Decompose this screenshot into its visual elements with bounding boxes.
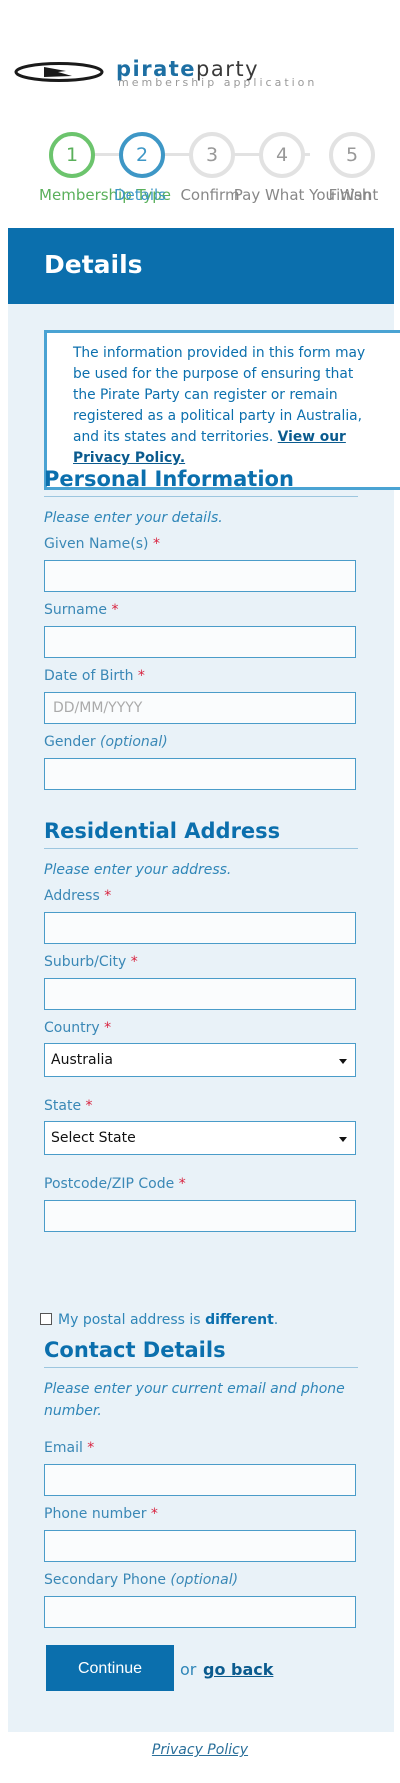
surname-label: Surname *	[44, 602, 118, 618]
pirate-party-sail-icon	[14, 62, 104, 82]
required-mark: *	[104, 1020, 112, 1036]
go-back-link[interactable]: go back	[203, 1660, 273, 1679]
dob-label: Date of Birth *	[44, 668, 145, 684]
residential-address-subtitle: Please enter your address.	[44, 862, 232, 878]
postal-different-text: different	[205, 1312, 274, 1328]
address-label-text: Address	[44, 888, 100, 904]
details-form-card: Details The information provided in this…	[8, 228, 400, 1732]
step-5-circle: 5	[329, 132, 375, 178]
country-select-value: Australia	[51, 1052, 113, 1068]
email-input[interactable]	[44, 1464, 356, 1496]
step-5-label: Finish	[328, 186, 372, 204]
email-label: Email *	[44, 1440, 94, 1456]
logo-tagline: membership application	[118, 76, 318, 89]
step-progress: 1 2 3 4 5 Membership Type Details Confir…	[0, 132, 400, 204]
secondary-phone-label: Secondary Phone (optional)	[44, 1572, 238, 1588]
dob-input[interactable]: DD/MM/YYYY	[44, 692, 356, 724]
required-mark: *	[104, 888, 112, 904]
step-2-number: 2	[135, 144, 149, 166]
required-mark: *	[137, 668, 145, 684]
chevron-down-icon	[339, 1059, 347, 1064]
step-3-number: 3	[205, 144, 219, 166]
phone-label-text: Phone number	[44, 1506, 147, 1522]
dob-label-text: Date of Birth	[44, 668, 134, 684]
gender-label-text: Gender	[44, 734, 96, 750]
chevron-down-icon	[339, 1137, 347, 1142]
suburb-input[interactable]	[44, 978, 356, 1010]
country-select[interactable]: Australia	[44, 1043, 356, 1077]
step-4-circle: 4	[259, 132, 305, 178]
given-name-input[interactable]	[44, 560, 356, 592]
pirate-party-logo: pirateparty membership application	[14, 58, 394, 89]
phone-label: Phone number *	[44, 1506, 158, 1522]
state-label: State *	[44, 1098, 93, 1114]
state-label-text: State	[44, 1098, 82, 1114]
contact-details-heading: Contact Details	[44, 1338, 358, 1368]
residential-address-heading: Residential Address	[44, 819, 358, 849]
required-mark: *	[130, 954, 138, 970]
country-label: Country *	[44, 1020, 111, 1036]
postal-text: My postal address is	[58, 1312, 206, 1328]
privacy-notice: The information provided in this form ma…	[44, 330, 400, 490]
address-input[interactable]	[44, 912, 356, 944]
personal-info-subtitle: Please enter your details.	[44, 510, 223, 526]
step-4-number: 4	[275, 144, 289, 166]
required-mark: *	[87, 1440, 95, 1456]
gender-input[interactable]	[44, 758, 356, 790]
postal-address-checkbox[interactable]	[40, 1313, 52, 1325]
step-2-circle: 2	[119, 132, 165, 178]
card-header: Details	[8, 228, 394, 304]
footer-privacy-policy-link[interactable]: Privacy Policy	[0, 1742, 400, 1758]
given-name-label: Given Name(s) *	[44, 536, 160, 552]
personal-info-heading: Personal Information	[44, 467, 358, 497]
suburb-label-text: Suburb/City	[44, 954, 127, 970]
step-1-circle: 1	[49, 132, 95, 178]
phone-input[interactable]	[44, 1530, 356, 1562]
step-2-label: Details	[113, 186, 167, 204]
step-5-number: 5	[345, 144, 359, 166]
continue-button[interactable]: Continue	[46, 1645, 174, 1691]
secondary-phone-input[interactable]	[44, 1596, 356, 1628]
required-mark: *	[85, 1098, 93, 1114]
step-3-label: Confirm	[180, 186, 240, 204]
gender-label: Gender (optional)	[44, 734, 168, 750]
postcode-label-text: Postcode/ZIP Code	[44, 1176, 175, 1192]
required-mark: *	[111, 602, 119, 618]
postal-end-text: .	[273, 1312, 279, 1328]
country-label-text: Country	[44, 1020, 100, 1036]
suburb-label: Suburb/City *	[44, 954, 138, 970]
postcode-label: Postcode/ZIP Code *	[44, 1176, 186, 1192]
privacy-notice-text: The information provided in this form ma…	[73, 343, 377, 469]
postal-address-different-row[interactable]: My postal address is different.	[40, 1312, 278, 1328]
required-mark: *	[150, 1506, 158, 1522]
or-text: or	[180, 1660, 197, 1679]
dob-placeholder: DD/MM/YYYY	[53, 700, 143, 716]
page-title: Details	[44, 250, 143, 279]
contact-details-subtitle: Please enter your current email and phon…	[44, 1381, 345, 1419]
postcode-input[interactable]	[44, 1200, 356, 1232]
step-1-number: 1	[65, 144, 79, 166]
surname-input[interactable]	[44, 626, 356, 658]
optional-mark: (optional)	[100, 734, 168, 750]
optional-mark: (optional)	[170, 1572, 239, 1588]
required-mark: *	[152, 536, 160, 552]
email-label-text: Email	[44, 1440, 83, 1456]
given-name-label-text: Given Name(s)	[44, 536, 149, 552]
state-select-value: Select State	[51, 1130, 136, 1146]
step-3-circle: 3	[189, 132, 235, 178]
surname-label-text: Surname	[44, 602, 107, 618]
secondary-phone-label-text: Secondary Phone	[44, 1572, 166, 1588]
address-label: Address *	[44, 888, 111, 904]
state-select[interactable]: Select State	[44, 1121, 356, 1155]
required-mark: *	[178, 1176, 186, 1192]
